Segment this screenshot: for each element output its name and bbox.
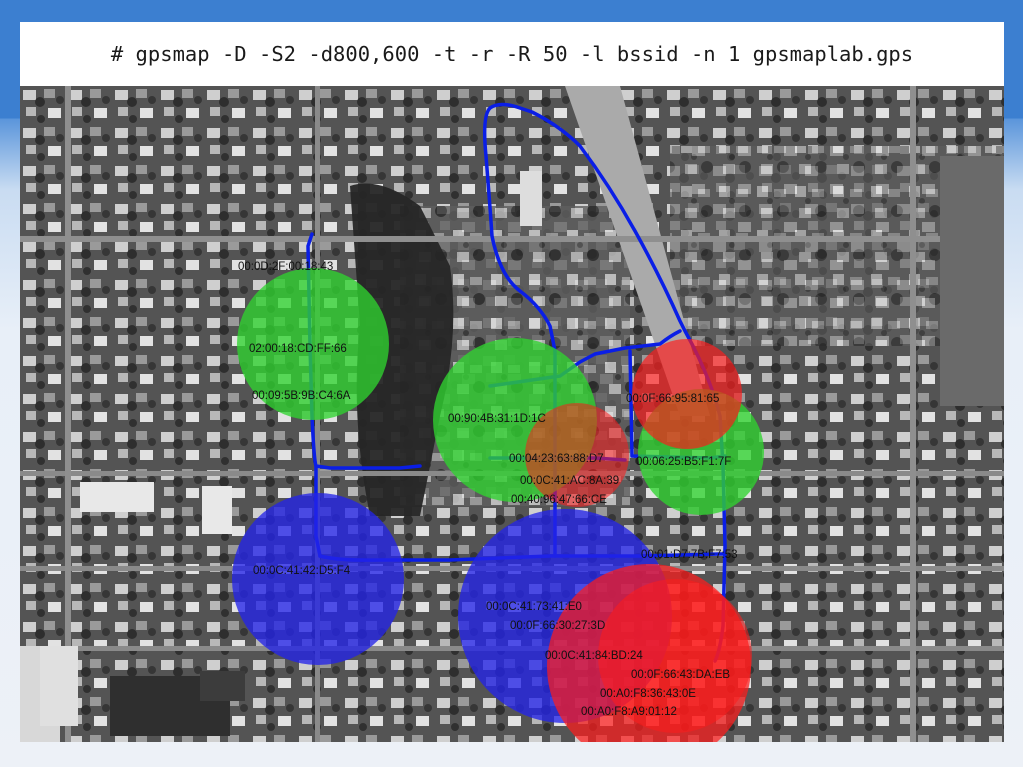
coverage-circle-blue <box>232 493 404 665</box>
ap-label: 00:0C:41:84:BD:24 <box>545 650 643 662</box>
ap-label: 00:0C:41:AC:8A:39 <box>520 475 620 487</box>
ap-label: 00:09:5B:9B:C4:6A <box>252 390 351 402</box>
ap-label: 00:0C:41:42:D5:F4 <box>253 565 351 577</box>
ap-label: 00:40:96:47:66:CE <box>511 494 607 506</box>
ap-label: 00:A0:F8:A9:01:12 <box>581 706 677 718</box>
ap-label: 00:0D:2F:00:18:43 <box>238 261 334 273</box>
ap-label: 00:90:4B:31:1D:1C <box>448 413 546 425</box>
ap-label: 00:0F:66:95:81:65 <box>626 393 720 405</box>
ap-label: 00:0F:66:43:DA:EB <box>631 669 731 681</box>
command-bar: # gpsmap -D -S2 -d800,600 -t -r -R 50 -l… <box>20 22 1004 86</box>
ap-label: 00:0F:66:30:27:3D <box>510 620 606 632</box>
command-text: # gpsmap -D -S2 -d800,600 -t -r -R 50 -l… <box>110 42 914 66</box>
ap-label: 00:01:D7:7B:F7:53 <box>641 549 738 561</box>
ap-label: 00:A0:F8:36:43:0E <box>600 688 696 700</box>
ap-label: 02:00:18:CD:FF:66 <box>249 343 347 355</box>
ap-label: 00:04:23:63:88:D7 <box>509 453 604 465</box>
ap-label: 00:06:25:B5:F1:7F <box>636 456 732 468</box>
slide-image-frame: # gpsmap -D -S2 -d800,600 -t -r -R 50 -l… <box>20 22 1004 742</box>
satellite-map: 00:0D:2F:00:18:43 02:00:18:CD:FF:66 00:0… <box>20 86 1004 742</box>
ap-label: 00:0C:41:73:41:E0 <box>486 601 582 613</box>
